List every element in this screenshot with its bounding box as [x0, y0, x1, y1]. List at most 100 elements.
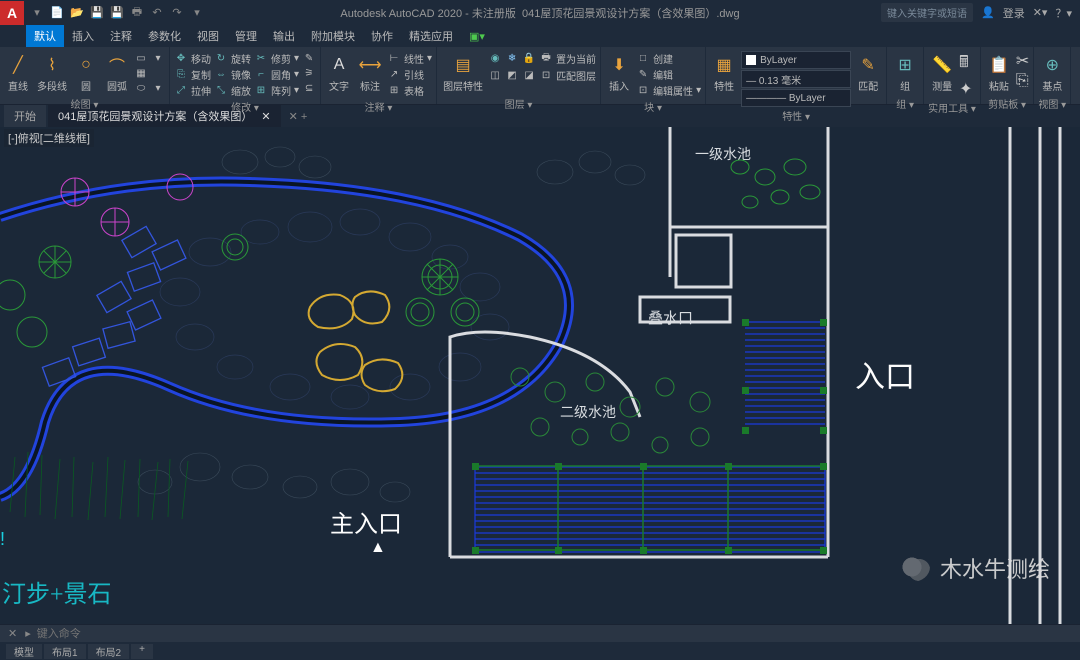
label-water-outlet: 叠水口 [648, 310, 693, 327]
array-icon[interactable]: ⊞ [254, 84, 268, 98]
arc-button[interactable]: ⌒圆弧 [103, 51, 131, 95]
move-icon[interactable]: ✥ [174, 52, 188, 66]
copy-clip-icon[interactable]: ⎘ [1016, 72, 1029, 90]
block-attr-icon[interactable]: ⊡ [636, 84, 650, 98]
properties-button[interactable]: ▦特性 [710, 51, 738, 95]
ellipse-icon[interactable]: ⬭ [134, 81, 148, 95]
polyline-button[interactable]: ⌇多段线 [35, 51, 69, 95]
tab-collab[interactable]: 协作 [363, 28, 401, 44]
layer-lock-icon[interactable]: 🔒 [522, 52, 536, 66]
linear-dim-icon[interactable]: ⊢ [387, 52, 401, 66]
layout1-tab[interactable]: 布局1 [44, 644, 86, 659]
panel-block[interactable]: 块 ▾ [605, 98, 701, 115]
circle-button[interactable]: ○圆 [72, 51, 100, 95]
layout2-tab[interactable]: 布局2 [88, 644, 130, 659]
trim-icon[interactable]: ✂ [254, 52, 268, 66]
leader-icon[interactable]: ↗ [387, 68, 401, 82]
new-icon[interactable]: 📄 [48, 4, 66, 22]
offset-icon[interactable]: ⊆ [302, 81, 316, 95]
model-tab[interactable]: 模型 [6, 644, 42, 659]
fillet-icon[interactable]: ⌐ [254, 68, 268, 82]
basepoint-button[interactable]: ⊕基点 [1038, 51, 1066, 95]
command-input[interactable] [37, 628, 1080, 640]
cut-icon[interactable]: ✂ [1016, 51, 1029, 71]
tab-view[interactable]: 视图 [189, 28, 227, 44]
tab-annotate[interactable]: 注释 [102, 28, 140, 44]
layer-props-button[interactable]: ▤图层特性 [441, 51, 485, 95]
label-mark: ! [0, 529, 5, 549]
rect-icon[interactable]: ▭ [134, 51, 148, 65]
dim-button[interactable]: ⟷标注 [356, 51, 384, 95]
text-button[interactable]: A文字 [325, 51, 353, 95]
calc-icon[interactable]: 🖩 [959, 51, 972, 78]
create-block-icon[interactable]: □ [636, 52, 650, 66]
match-props-button[interactable]: ✎匹配 [854, 51, 882, 95]
scale-icon[interactable]: ⤡ [214, 84, 228, 98]
line-button[interactable]: ╱直线 [4, 51, 32, 95]
panel-annotation[interactable]: 注释 ▾ [325, 98, 432, 115]
viewport-label[interactable]: [-]俯视[二维线框] [4, 129, 94, 147]
measure-button[interactable]: 📏测量 [928, 51, 956, 95]
save-icon[interactable]: 💾 [88, 4, 106, 22]
mirror-icon[interactable]: ⇔ [214, 68, 228, 82]
table-icon[interactable]: ⊞ [387, 84, 401, 98]
tab-manage[interactable]: 管理 [227, 28, 265, 44]
panel-clipboard[interactable]: 剪贴板 ▾ [985, 95, 1029, 112]
tab-insert[interactable]: 插入 [64, 28, 102, 44]
qat-menu-icon[interactable]: ▾ [28, 4, 46, 22]
cmd-close-icon[interactable]: ✕ [8, 627, 17, 640]
login-link[interactable]: 登录 [1003, 5, 1025, 21]
tab-output[interactable]: 输出 [265, 28, 303, 44]
command-line[interactable]: ✕ ▸ [0, 624, 1080, 642]
hatch-icon[interactable]: ▦ [134, 66, 148, 80]
exchange-icon[interactable]: ✕▾ [1033, 6, 1048, 19]
app-logo[interactable]: A [0, 1, 24, 25]
panel-draw[interactable]: 绘图 ▾ [4, 95, 165, 112]
color-combo[interactable]: ByLayer [741, 51, 851, 69]
paste-button[interactable]: 📋粘贴 [985, 51, 1013, 95]
layer-off-icon[interactable]: ◉ [488, 52, 502, 66]
erase-icon[interactable]: ✎ [302, 51, 316, 65]
panel-group[interactable]: 组 ▾ [891, 95, 919, 112]
arrow-up-icon: ▲ [370, 539, 386, 556]
group-button[interactable]: ⊞组 [891, 51, 919, 95]
linetype-combo[interactable]: ———— ByLayer [741, 89, 851, 107]
qat-dropdown-icon[interactable]: ▾ [188, 4, 206, 22]
point-icon[interactable]: ✦ [959, 79, 972, 99]
window-title: Autodesk AutoCAD 2020 - 未注册版 041屋顶花园景观设计… [340, 5, 739, 21]
status-bar: 模型 布局1 布局2 + [0, 642, 1080, 660]
layer-plot-icon[interactable]: 🖶 [539, 52, 553, 66]
panel-layers[interactable]: 图层 ▾ [441, 95, 596, 112]
quick-access-toolbar: ▾ 📄 📂 💾 💾 🖶 ↶ ↷ ▾ [28, 4, 206, 22]
tab-addins[interactable]: 附加模块 [303, 28, 363, 44]
label-stepping: 汀步+景石 [2, 581, 112, 608]
edit-block-icon[interactable]: ✎ [636, 68, 650, 82]
panel-view[interactable]: 视图 ▾ [1038, 95, 1066, 112]
user-icon[interactable]: 👤 [981, 6, 995, 19]
panel-properties[interactable]: 特性 ▾ [710, 107, 882, 124]
layer-match-icon[interactable]: ◫ [488, 69, 502, 83]
panel-utilities[interactable]: 实用工具 ▾ [928, 99, 976, 116]
copy-icon[interactable]: ⎘ [174, 68, 188, 82]
open-icon[interactable]: 📂 [68, 4, 86, 22]
plot-icon[interactable]: 🖶 [128, 4, 146, 22]
lineweight-combo[interactable]: — 0.13 毫米 [741, 70, 851, 88]
explode-icon[interactable]: ⚞ [302, 66, 316, 80]
undo-icon[interactable]: ↶ [148, 4, 166, 22]
tab-parametric[interactable]: 参数化 [140, 28, 189, 44]
tab-default[interactable]: 默认 [26, 25, 64, 47]
help-icon[interactable]: ？▾ [1055, 5, 1072, 21]
panel-modify[interactable]: 修改 ▾ [174, 98, 316, 115]
redo-icon[interactable]: ↷ [168, 4, 186, 22]
help-search-input[interactable]: 键入关键字或短语 [881, 3, 973, 22]
rotate-icon[interactable]: ↻ [214, 52, 228, 66]
drawing-canvas[interactable]: [-]俯视[二维线框] [0, 127, 1080, 624]
saveas-icon[interactable]: 💾 [108, 4, 126, 22]
layer-freeze-icon[interactable]: ❄ [505, 52, 519, 66]
label-main-entrance: 主入口 [330, 511, 402, 538]
add-layout-button[interactable]: + [131, 644, 153, 659]
stretch-icon[interactable]: ⤢ [174, 84, 188, 98]
tab-featured[interactable]: 精选应用 [401, 28, 461, 44]
tab-overflow-icon[interactable]: ▣▾ [461, 30, 493, 43]
insert-block-button[interactable]: ⬇插入 [605, 51, 633, 95]
